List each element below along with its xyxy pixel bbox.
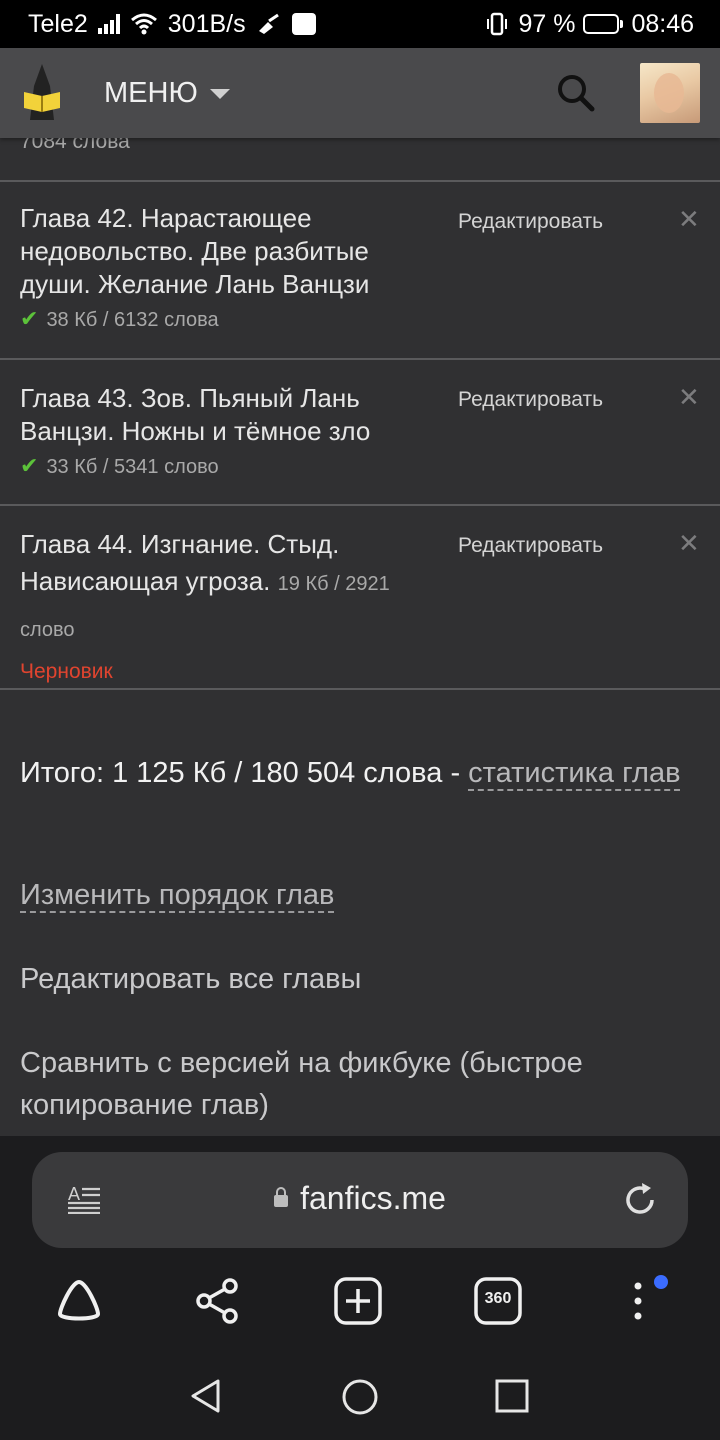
system-nav-bar	[0, 1370, 720, 1440]
back-icon[interactable]	[188, 1378, 224, 1414]
clock: 08:46	[631, 9, 694, 38]
network-speed: 301B/s	[167, 9, 246, 38]
divider	[0, 180, 720, 182]
divider	[0, 504, 720, 506]
chapter-title[interactable]: Глава 42. Нарастающее недовольство. Две …	[20, 203, 369, 299]
wifi-icon	[130, 13, 157, 35]
tabs-count: 360	[484, 1290, 512, 1307]
search-icon[interactable]	[556, 73, 596, 113]
reload-icon[interactable]	[622, 1182, 658, 1218]
close-icon[interactable]: ✕	[678, 530, 700, 556]
url-text: fanfics.me	[300, 1180, 446, 1216]
chapter-stats-link[interactable]: статистика глав	[468, 757, 681, 791]
site-header: МЕНЮ	[0, 48, 720, 138]
edit-chapter-button[interactable]: Редактировать	[458, 210, 603, 234]
menu-label: МЕНЮ	[104, 76, 198, 109]
check-icon: ✔	[20, 453, 39, 478]
close-icon[interactable]: ✕	[678, 384, 700, 410]
message-icon	[291, 13, 316, 35]
broom-icon	[258, 13, 279, 34]
home-icon[interactable]	[54, 1276, 104, 1326]
chevron-down-icon	[209, 89, 230, 99]
avatar[interactable]	[640, 63, 700, 123]
chapter-meta: 38 Кб / 6132 слова	[46, 309, 219, 331]
divider	[0, 688, 720, 690]
chapter-meta: 33 Кб / 5341 слово	[46, 456, 219, 478]
browser-nav-row: 360	[0, 1275, 720, 1336]
reorder-chapters-link[interactable]: Изменить порядок глав	[20, 879, 335, 913]
compare-version-link[interactable]: Сравнить с версией на фикбуке (быстрое к…	[20, 1042, 700, 1126]
status-bar: Tele2 301B/s 97 % 08:46	[0, 0, 720, 48]
signal-icon	[97, 14, 120, 34]
total-text: Итого: 1 125 Кб / 180 504 слова -	[20, 757, 469, 789]
chapter-title[interactable]: Глава 43. Зов. Пьяный Лань Ванцзи. Ножны…	[20, 383, 370, 446]
new-tab-icon[interactable]	[333, 1276, 383, 1326]
recents-icon[interactable]	[494, 1378, 530, 1414]
home-circle-icon[interactable]	[341, 1378, 379, 1416]
address-bar[interactable]: A fanfics.me	[32, 1152, 688, 1248]
logo-icon[interactable]	[20, 62, 64, 124]
close-icon[interactable]: ✕	[678, 206, 700, 232]
battery-percent: 97 %	[518, 9, 576, 38]
edit-all-chapters-link[interactable]: Редактировать все главы	[20, 958, 700, 1000]
edit-chapter-button[interactable]: Редактировать	[458, 388, 603, 412]
total-summary: Итого: 1 125 Кб / 180 504 слова - статис…	[20, 752, 700, 794]
divider	[0, 358, 720, 360]
lock-icon	[274, 1187, 289, 1207]
share-icon[interactable]	[192, 1276, 242, 1326]
tabs-icon[interactable]: 360	[473, 1276, 523, 1326]
vibrate-icon	[487, 12, 508, 36]
draft-status: Черновик	[20, 660, 113, 683]
menu-button[interactable]: МЕНЮ	[104, 77, 230, 110]
carrier-label: Tele2	[28, 9, 88, 38]
browser-toolbar: A fanfics.me 360	[0, 1136, 720, 1370]
battery-icon	[583, 14, 624, 34]
check-icon: ✔	[20, 306, 39, 331]
previous-chapter-meta: 7084 слова	[20, 138, 130, 153]
edit-chapter-button[interactable]: Редактировать	[458, 534, 603, 558]
chapter-list-page: 7084 слова Глава 42. Нарастающее недовол…	[0, 138, 720, 1136]
notification-dot	[654, 1275, 668, 1289]
